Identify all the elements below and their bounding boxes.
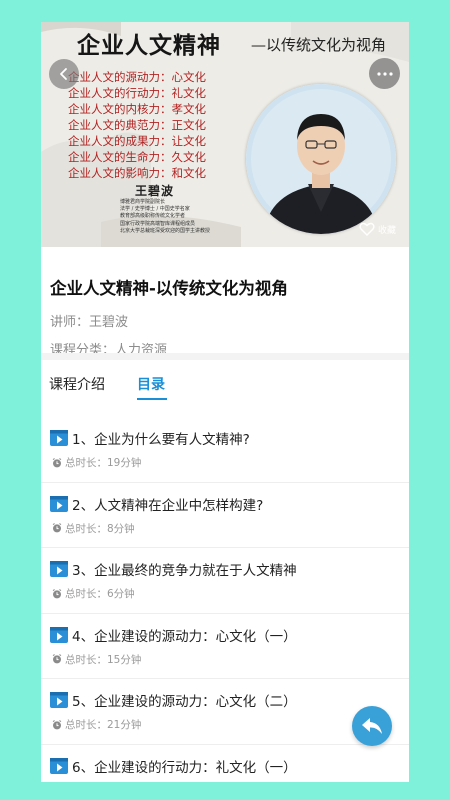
verse-line: 企业人文的影响力：和文化 <box>68 166 206 180</box>
lesson-title: 2、人文精神在企业中怎样构建? <box>72 497 264 514</box>
clock-icon <box>52 719 62 729</box>
tab-toc[interactable]: 目录 <box>137 374 165 394</box>
course-title: 企业人文精神-以传统文化为视角 <box>50 279 288 298</box>
lesson-duration: 总时长：19分钟 <box>65 457 142 469</box>
lesson-duration: 总时长：6分钟 <box>65 588 135 600</box>
phone-screen: 企业人文精神 —以传统文化为视角 企业人文的源动力：心文化 企业人文的行动力：礼… <box>41 22 409 782</box>
lesson-title: 3、企业最终的竞争力就在于人文精神 <box>72 563 297 579</box>
list-item[interactable]: 4、企业建设的源动力：心文化（一） 总时长：15分钟 <box>41 614 409 679</box>
share-icon <box>362 718 382 734</box>
lesson-title: 5、企业建设的源动力：心文化（二） <box>72 694 297 710</box>
video-icon <box>50 692 68 708</box>
favorite-button[interactable]: 收藏 <box>359 222 396 236</box>
banner-title: 企业人文精神 <box>77 32 221 59</box>
list-item[interactable]: 3、企业最终的竞争力就在于人文精神 总时长：6分钟 <box>41 548 409 614</box>
back-button[interactable] <box>49 59 79 89</box>
course-banner: 企业人文精神 —以传统文化为视角 企业人文的源动力：心文化 企业人文的行动力：礼… <box>41 22 409 247</box>
list-item[interactable]: 6、企业建设的行动力：礼文化（一） <box>41 745 409 783</box>
course-info: 企业人文精神-以传统文化为视角 讲师：王碧波 课程分类：人力资源 <box>41 247 409 358</box>
lesson-duration: 总时长：8分钟 <box>65 522 135 535</box>
heart-icon <box>359 222 375 236</box>
bio-line: 北京大学总裁班深受欢迎的国学主讲教授 <box>120 227 211 234</box>
active-tab-indicator <box>137 398 167 400</box>
lesson-duration: 总时长：21分钟 <box>65 719 142 731</box>
verse-line: 企业人文的生命力：久文化 <box>68 150 206 164</box>
verse-line: 企业人文的源动力：心文化 <box>68 70 206 84</box>
tab-bar: 课程介绍 目录 <box>41 360 409 410</box>
video-icon <box>50 757 68 774</box>
list-item[interactable]: 1、企业为什么要有人文精神? 总时长：19分钟 <box>41 417 409 483</box>
banner-verses: 企业人文的源动力：心文化 企业人文的行动力：礼文化 企业人文的内核力：孝文化 企… <box>68 69 206 181</box>
clock-icon <box>52 588 62 598</box>
list-item[interactable]: 2、人文精神在企业中怎样构建? 总时长：8分钟 <box>41 483 409 548</box>
verse-line: 企业人文的典范力：正文化 <box>68 118 206 132</box>
verse-line: 企业人文的内核力：孝文化 <box>68 102 206 116</box>
lesson-title: 6、企业建设的行动力：礼文化（一） <box>72 759 297 776</box>
tab-intro[interactable]: 课程介绍 <box>49 374 105 394</box>
video-icon <box>50 430 68 446</box>
section-divider <box>41 353 409 360</box>
verse-line: 企业人文的行动力：礼文化 <box>68 86 206 100</box>
speaker-portrait <box>246 84 396 234</box>
lesson-title: 4、企业建设的源动力：心文化（一） <box>72 628 297 645</box>
share-button[interactable] <box>352 706 392 746</box>
lesson-duration: 总时长：15分钟 <box>65 653 142 666</box>
lecturer: 讲师：王碧波 <box>50 315 129 330</box>
clock-icon <box>52 523 62 533</box>
bio-line: 教育部高级职称传统文化学者 <box>120 213 186 220</box>
video-icon <box>50 626 68 643</box>
bio-line: 国家行政学院高端智库课程组成员 <box>120 220 196 227</box>
video-icon <box>50 495 68 512</box>
speaker-bio: 博雅君商学院副院长 法学 / 史学博士 / 中国史学名家 教育部高级职称传统文化… <box>120 199 210 235</box>
clock-icon <box>52 654 62 664</box>
chevron-left-icon <box>60 68 67 80</box>
verse-line: 企业人文的成果力：让文化 <box>68 134 206 148</box>
banner-subtitle: —以传统文化为视角 <box>251 36 387 54</box>
more-button[interactable] <box>369 58 400 89</box>
speaker-name: 王碧波 <box>135 184 175 198</box>
video-icon <box>50 561 68 577</box>
lesson-title: 1、企业为什么要有人文精神? <box>72 432 250 448</box>
more-icon <box>376 71 393 76</box>
clock-icon <box>52 457 62 467</box>
favorite-label: 收藏 <box>378 225 397 236</box>
